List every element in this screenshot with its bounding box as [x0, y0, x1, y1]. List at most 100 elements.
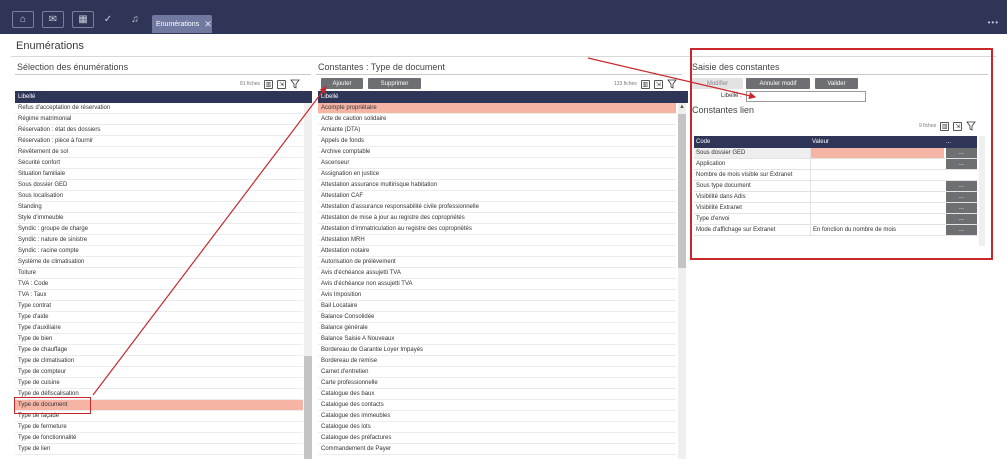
- cell-value[interactable]: [810, 203, 944, 213]
- middle-scroll-thumb[interactable]: [678, 114, 686, 268]
- list-item[interactable]: Bordereau de Garantie Loyer Impayés: [318, 345, 676, 356]
- pick-value-button[interactable]: ...: [946, 203, 977, 213]
- list-item[interactable]: Ascenseur: [318, 158, 676, 169]
- list-item[interactable]: Avis d'échéance assujetti TVA: [318, 268, 676, 279]
- cell-value[interactable]: [810, 159, 944, 169]
- mail-icon[interactable]: ✉: [42, 11, 64, 28]
- pick-value-button[interactable]: ...: [946, 192, 977, 202]
- list-item[interactable]: Bordereau de remise: [318, 356, 676, 367]
- export-icon[interactable]: ⇲: [277, 79, 287, 89]
- list-item[interactable]: Acte de caution solidaire: [318, 114, 676, 125]
- columns-icon[interactable]: ▥: [264, 79, 274, 89]
- cell-value[interactable]: [810, 192, 944, 202]
- list-item[interactable]: Syndic : racine compte: [15, 246, 303, 257]
- pick-value-button[interactable]: ...: [946, 214, 977, 224]
- cell-value[interactable]: [810, 170, 944, 180]
- list-item[interactable]: Type de chauffage: [15, 345, 303, 356]
- delete-button[interactable]: Supprimer: [368, 78, 421, 89]
- check-icon[interactable]: ✓: [97, 11, 119, 28]
- list-item[interactable]: Amiante (DTA): [318, 125, 676, 136]
- validate-button[interactable]: Valider: [815, 78, 858, 89]
- home-icon[interactable]: ⌂: [12, 11, 34, 28]
- list-item[interactable]: Attestation d'assurance responsabilité c…: [318, 202, 676, 213]
- list-item[interactable]: Style d'immeuble: [15, 213, 303, 224]
- list-item[interactable]: Commandement de Payer: [318, 444, 676, 455]
- list-item[interactable]: Attestation d'immatriculation au registr…: [318, 224, 676, 235]
- col-code[interactable]: Code: [694, 136, 810, 148]
- right-scrollbar[interactable]: [979, 136, 985, 246]
- list-item[interactable]: Avis d'échéance non assujetti TVA: [318, 279, 676, 290]
- list-item[interactable]: Balance Saisie A Nouveaux: [318, 334, 676, 345]
- list-item[interactable]: Régime matrimonial: [15, 114, 303, 125]
- list-item[interactable]: Type de climatisation: [15, 356, 303, 367]
- filter-icon[interactable]: [966, 121, 977, 131]
- table-row[interactable]: Visibilité Extranet...: [694, 203, 977, 214]
- list-item[interactable]: Système de climatisation: [15, 257, 303, 268]
- table-row[interactable]: Nombre de mois visible sur Extranet: [694, 170, 977, 181]
- export-icon[interactable]: ⇲: [653, 79, 663, 89]
- list-item[interactable]: TVA : Taux: [15, 290, 303, 301]
- list-item[interactable]: Catalogue des contacts: [318, 400, 676, 411]
- table-row[interactable]: Visibilité dans Adis...: [694, 192, 977, 203]
- list-item[interactable]: Toiture: [15, 268, 303, 279]
- table-row[interactable]: Mode d'affichage sur Extranet En fonction…: [694, 225, 977, 236]
- libelle-input[interactable]: [746, 91, 866, 102]
- list-item[interactable]: Syndic : groupe de charge: [15, 224, 303, 235]
- cell-value[interactable]: [810, 148, 944, 158]
- list-item[interactable]: Type d'auxiliaire: [15, 323, 303, 334]
- add-button[interactable]: Ajouter: [321, 78, 363, 89]
- tab-enumerations[interactable]: Enumérations ✕: [152, 15, 212, 33]
- filter-icon[interactable]: [666, 79, 677, 89]
- list-item[interactable]: Carnet d'entretien: [318, 367, 676, 378]
- list-item[interactable]: Type d'aide: [15, 312, 303, 323]
- list-item[interactable]: Revêtement de sol: [15, 147, 303, 158]
- table-row[interactable]: Type d'envoi...: [694, 214, 977, 225]
- export-icon[interactable]: ⇲: [953, 121, 963, 131]
- table-row[interactable]: Sous type document...: [694, 181, 977, 192]
- table-row[interactable]: Sous dossier GED...: [694, 148, 977, 159]
- list-item[interactable]: Type de fermeture: [15, 422, 303, 433]
- list-item[interactable]: Type de bien: [15, 334, 303, 345]
- scroll-up-icon[interactable]: ▲: [679, 104, 685, 110]
- calendar-icon[interactable]: ▦: [72, 11, 94, 28]
- list-item[interactable]: Situation familiale: [15, 169, 303, 180]
- cell-value[interactable]: En fonction du nombre de mois: [810, 225, 944, 235]
- list-item[interactable]: TVA : Code: [15, 279, 303, 290]
- table-row[interactable]: Application...: [694, 159, 977, 170]
- list-item[interactable]: Attestation de mise à jour au registre d…: [318, 213, 676, 224]
- list-item[interactable]: Avis Imposition: [318, 290, 676, 301]
- list-item[interactable]: Autorisation de prélèvement: [318, 257, 676, 268]
- list-item[interactable]: Archive comptable: [318, 147, 676, 158]
- list-item[interactable]: Attestation assurance multirisque habita…: [318, 180, 676, 191]
- list-item[interactable]: Type de fonctionnalité: [15, 433, 303, 444]
- list-item[interactable]: Réservation : état des dossiers: [15, 125, 303, 136]
- left-scroll-thumb[interactable]: [304, 356, 312, 459]
- list-item[interactable]: Standing: [15, 202, 303, 213]
- list-item[interactable]: Type de compteur: [15, 367, 303, 378]
- cancel-modif-button[interactable]: Annuler modif: [746, 78, 810, 89]
- list-item[interactable]: Balance Consolidée: [318, 312, 676, 323]
- list-item[interactable]: Appels de fonds: [318, 136, 676, 147]
- list-item[interactable]: Réservation : pièce à fournir: [15, 136, 303, 147]
- list-item[interactable]: Type contrat: [15, 301, 303, 312]
- list-item[interactable]: Catalogue des préfactures: [318, 433, 676, 444]
- list-item[interactable]: Sécurité confort: [15, 158, 303, 169]
- bell-icon[interactable]: ♫: [124, 11, 146, 28]
- list-item[interactable]: Attestation notaire: [318, 246, 676, 257]
- list-item[interactable]: Attestation CAF: [318, 191, 676, 202]
- filter-icon[interactable]: [290, 79, 300, 89]
- columns-icon[interactable]: ▥: [940, 121, 950, 131]
- list-item[interactable]: Sous localisation: [15, 191, 303, 202]
- list-item[interactable]: Refus d'acceptation de réservation: [15, 103, 303, 114]
- list-item[interactable]: Type de cuisine: [15, 378, 303, 389]
- list-item[interactable]: Attestation MRH: [318, 235, 676, 246]
- list-item[interactable]: Type de lien: [15, 444, 303, 455]
- list-item[interactable]: Catalogue des baux: [318, 389, 676, 400]
- list-item[interactable]: Syndic : nature de sinistre: [15, 235, 303, 246]
- cell-value[interactable]: [810, 214, 944, 224]
- list-item[interactable]: Sous dossier GED: [15, 180, 303, 191]
- list-item[interactable]: Catalogue des lots: [318, 422, 676, 433]
- pick-value-button[interactable]: ...: [946, 148, 977, 158]
- columns-icon[interactable]: ▥: [640, 79, 650, 89]
- list-item[interactable]: Acompte propriétaire: [318, 103, 676, 114]
